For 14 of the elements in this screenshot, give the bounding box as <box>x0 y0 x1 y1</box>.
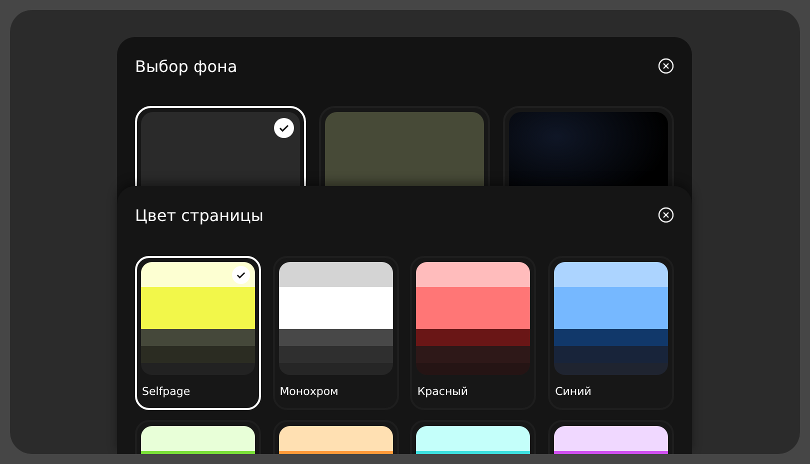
palette-name: Монохром <box>278 385 340 398</box>
palette-option[interactable]: Красный <box>410 256 536 410</box>
check-icon <box>232 266 250 284</box>
close-icon[interactable] <box>658 207 674 223</box>
palette-option[interactable]: Монохром <box>272 256 399 410</box>
sheet-title: Выбор фона <box>135 56 238 76</box>
palette-option[interactable]: Selfpage <box>135 256 261 410</box>
palette-name: Красный <box>416 385 469 398</box>
palette-name: Синий <box>554 385 592 398</box>
close-icon[interactable] <box>658 58 674 74</box>
palette-name: Selfpage <box>141 385 192 398</box>
sheet-title: Цвет страницы <box>135 206 264 224</box>
palette-option[interactable]: Синий <box>548 256 674 410</box>
check-icon <box>274 118 294 138</box>
